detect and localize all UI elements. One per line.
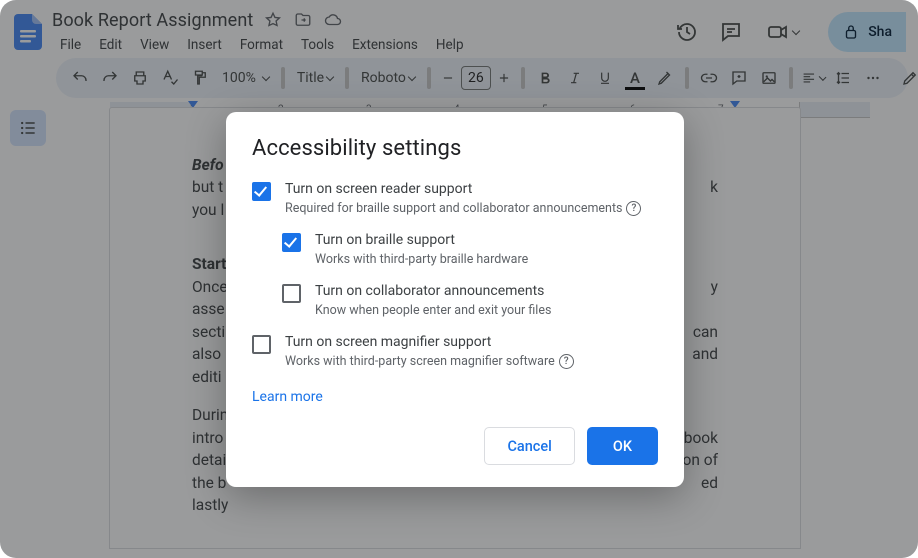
checkbox-screen-magnifier[interactable] bbox=[252, 335, 271, 354]
checkbox-collaborator-announcements[interactable] bbox=[282, 284, 301, 303]
option-screen-magnifier: Turn on screen magnifier support Works w… bbox=[252, 334, 658, 369]
option-label: Turn on screen reader support bbox=[285, 181, 641, 197]
option-subtext: Works with third-party braille hardware bbox=[315, 252, 528, 267]
option-collaborator-announcements: Turn on collaborator announcements Know … bbox=[282, 283, 658, 318]
option-label: Turn on braille support bbox=[315, 232, 528, 248]
dialog-actions: Cancel OK bbox=[252, 427, 658, 465]
option-label: Turn on collaborator announcements bbox=[315, 283, 551, 299]
checkbox-screen-reader[interactable] bbox=[252, 182, 271, 201]
option-subtext: Know when people enter and exit your fil… bbox=[315, 303, 551, 318]
option-subtext: Required for braille support and collabo… bbox=[285, 201, 641, 216]
checkbox-braille[interactable] bbox=[282, 233, 301, 252]
option-braille: Turn on braille support Works with third… bbox=[282, 232, 658, 267]
dialog-title: Accessibility settings bbox=[252, 136, 658, 161]
app-window: Book Report Assignment File Edit View In… bbox=[0, 0, 918, 558]
help-icon[interactable]: ? bbox=[559, 354, 574, 369]
option-subtext: Works with third-party screen magnifier … bbox=[285, 354, 574, 369]
cancel-button[interactable]: Cancel bbox=[484, 427, 574, 465]
option-label: Turn on screen magnifier support bbox=[285, 334, 574, 350]
ok-button[interactable]: OK bbox=[587, 427, 658, 465]
help-icon[interactable]: ? bbox=[626, 201, 641, 216]
option-screen-reader: Turn on screen reader support Required f… bbox=[252, 181, 658, 216]
learn-more-link[interactable]: Learn more bbox=[252, 389, 323, 405]
accessibility-settings-dialog: Accessibility settings Turn on screen re… bbox=[226, 112, 684, 487]
